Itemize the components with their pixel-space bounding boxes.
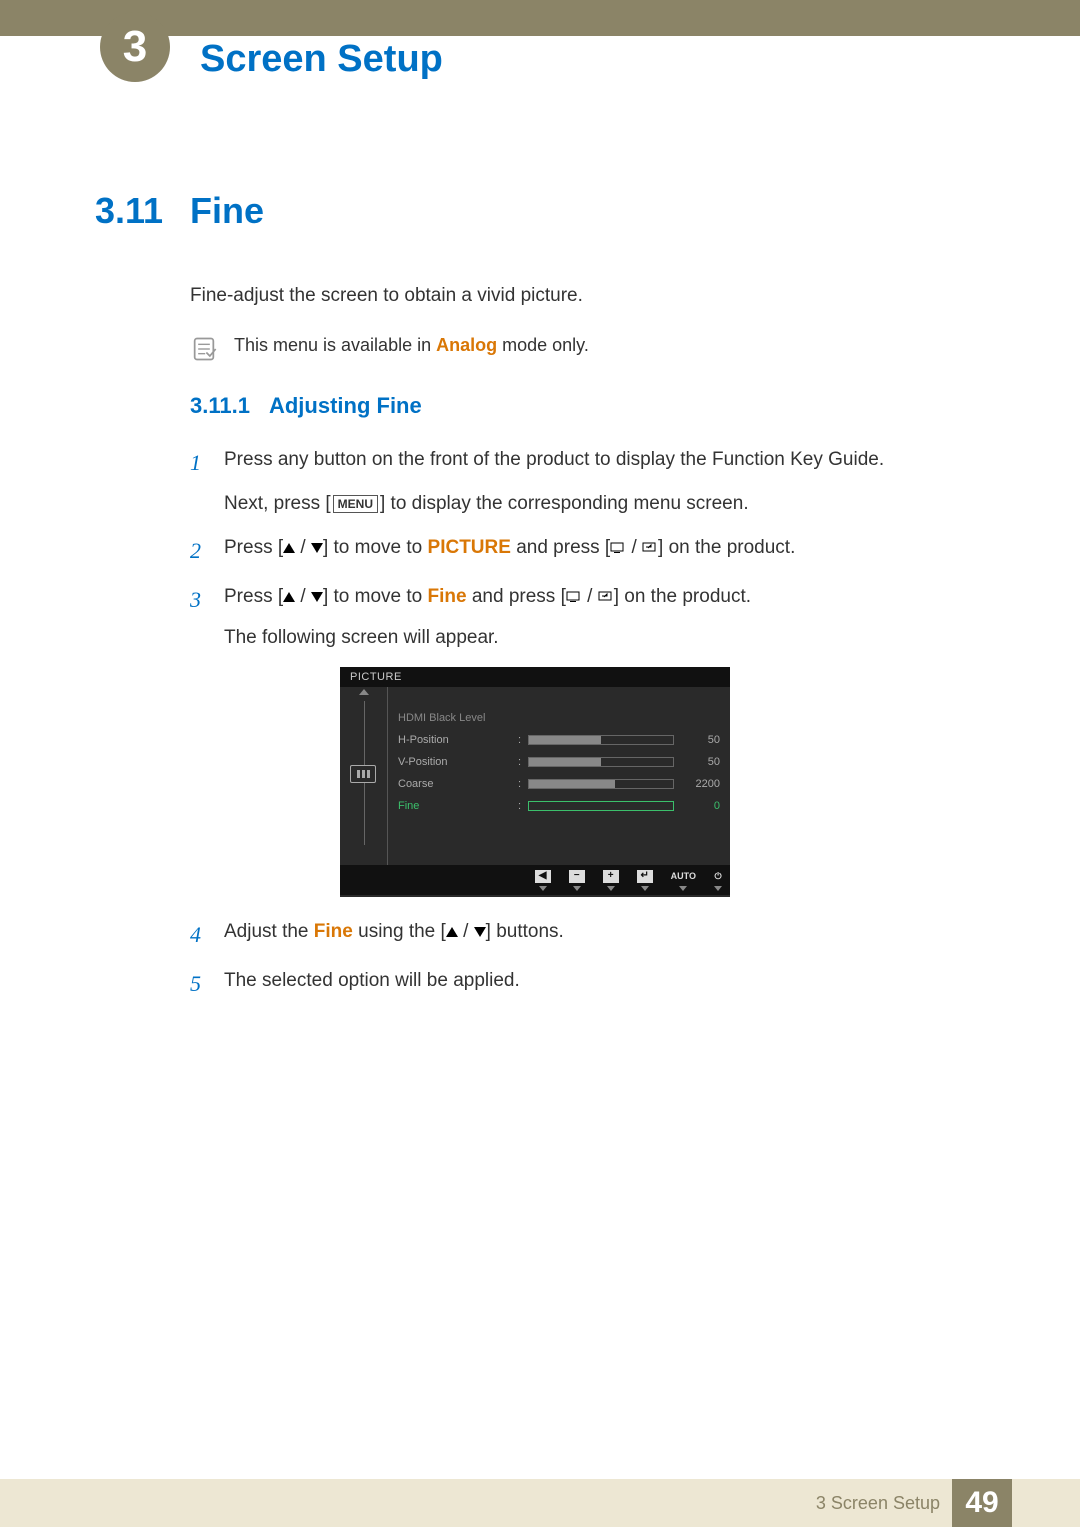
highlight: PICTURE bbox=[428, 537, 511, 558]
osd-minus-button: − bbox=[569, 870, 585, 891]
osd-title: PICTURE bbox=[340, 667, 730, 687]
text: using the [ bbox=[353, 921, 446, 942]
page-footer: 3 Screen Setup 49 bbox=[0, 1479, 1080, 1527]
step-number: 5 bbox=[190, 966, 224, 1001]
picture-category-icon bbox=[350, 765, 376, 783]
note-text: This menu is available in Analog mode on… bbox=[234, 335, 589, 356]
step-number: 4 bbox=[190, 917, 224, 952]
page-content: 3.11 Fine Fine-adjust the screen to obta… bbox=[95, 190, 975, 1016]
text: ] to move to bbox=[323, 537, 428, 558]
section-title: Fine bbox=[190, 190, 264, 232]
text: ] to display the corresponding menu scre… bbox=[380, 493, 749, 514]
osd-row: H-Position: 50 bbox=[398, 729, 720, 751]
chapter-title: Screen Setup bbox=[200, 38, 443, 81]
step-body: Adjust the Fine using the [ / ] buttons. bbox=[224, 917, 975, 947]
osd-row-label: V-Position bbox=[398, 756, 518, 768]
section-heading: 3.11 Fine bbox=[95, 190, 975, 232]
step-2: 2 Press [ / ] to move to PICTURE and pre… bbox=[190, 533, 975, 568]
text: Press [ bbox=[224, 586, 283, 607]
text: ] to move to bbox=[323, 586, 428, 607]
footer-chapter-label: 3 Screen Setup bbox=[816, 1493, 940, 1514]
osd-value: 2200 bbox=[684, 778, 720, 790]
osd-row-label: HDMI Black Level bbox=[398, 712, 518, 724]
section-intro: Fine-adjust the screen to obtain a vivid… bbox=[190, 282, 975, 311]
osd-row: HDMI Black Level bbox=[398, 707, 720, 729]
step-5: 5 The selected option will be applied. bbox=[190, 966, 975, 1001]
triangle-down-icon bbox=[474, 927, 486, 937]
osd-value: 0 bbox=[684, 800, 720, 812]
step-4: 4 Adjust the Fine using the [ / ] button… bbox=[190, 917, 975, 952]
text: and press [ bbox=[511, 537, 610, 558]
subsection-heading: 3.11.1 Adjusting Fine bbox=[190, 393, 975, 419]
osd-row: Fine: 0 bbox=[398, 795, 720, 817]
osd-slider bbox=[528, 779, 674, 789]
step-body: Press any button on the front of the pro… bbox=[224, 445, 975, 520]
osd-rows: HDMI Black LevelH-Position:50V-Position:… bbox=[388, 687, 730, 865]
text: Adjust the bbox=[224, 921, 314, 942]
subsection-number: 3.11.1 bbox=[190, 393, 250, 418]
chapter-number-badge: 3 bbox=[100, 12, 170, 82]
text: ] on the product. bbox=[658, 537, 795, 558]
scroll-up-icon bbox=[359, 689, 369, 695]
text: Press [ bbox=[224, 537, 283, 558]
source-enter-icon: / bbox=[610, 537, 658, 558]
colon: : bbox=[518, 800, 528, 812]
step-3: 3 Press [ / ] to move to Fine and press … bbox=[190, 582, 975, 653]
note: This menu is available in Analog mode on… bbox=[190, 335, 975, 363]
osd-row-label: Fine bbox=[398, 800, 518, 812]
note-highlight: Analog bbox=[436, 335, 497, 355]
menu-button-icon: MENU bbox=[333, 495, 378, 513]
triangle-up-icon bbox=[283, 592, 295, 602]
osd-enter-button: ↵ bbox=[637, 870, 653, 891]
text: and press [ bbox=[467, 586, 566, 607]
osd-slider bbox=[528, 801, 674, 811]
source-enter-icon: / bbox=[566, 586, 614, 607]
note-icon bbox=[190, 335, 218, 363]
colon: : bbox=[518, 778, 528, 790]
triangle-up-icon bbox=[283, 543, 295, 553]
note-suffix: mode only. bbox=[497, 335, 589, 355]
osd-body: HDMI Black LevelH-Position:50V-Position:… bbox=[340, 687, 730, 865]
osd-value: 50 bbox=[684, 756, 720, 768]
osd-row: V-Position: 50 bbox=[398, 751, 720, 773]
osd-power-button: ⏻ bbox=[714, 870, 722, 891]
osd-footer: ◀ − + ↵ AUTO ⏻ bbox=[340, 865, 730, 895]
text: ] on the product. bbox=[614, 586, 751, 607]
step3-line2: The following screen will appear. bbox=[224, 623, 975, 653]
colon: : bbox=[518, 756, 528, 768]
step-1: 1 Press any button on the front of the p… bbox=[190, 445, 975, 520]
section-number: 3.11 bbox=[95, 190, 190, 232]
osd-plus-button: + bbox=[603, 870, 619, 891]
osd-row: Coarse: 2200 bbox=[398, 773, 720, 795]
step-number: 2 bbox=[190, 533, 224, 568]
step-number: 3 bbox=[190, 582, 224, 617]
step-body: Press [ / ] to move to Fine and press [ … bbox=[224, 582, 975, 653]
page-number: 49 bbox=[952, 1479, 1012, 1527]
osd-slider bbox=[528, 735, 674, 745]
triangle-up-icon bbox=[446, 927, 458, 937]
osd-row-label: Coarse bbox=[398, 778, 518, 790]
osd-auto-button: AUTO bbox=[671, 870, 696, 891]
triangle-down-icon bbox=[311, 592, 323, 602]
step1-line1: Press any button on the front of the pro… bbox=[224, 445, 975, 475]
triangle-down-icon bbox=[311, 543, 323, 553]
osd-menu-screenshot: PICTURE HDMI Black LevelH-Position:50V-P… bbox=[340, 667, 730, 897]
osd-back-button: ◀ bbox=[535, 870, 551, 891]
highlight: Fine bbox=[428, 586, 467, 607]
highlight: Fine bbox=[314, 921, 353, 942]
osd-row-label: H-Position bbox=[398, 734, 518, 746]
step1-line2: Next, press [MENU] to display the corres… bbox=[224, 489, 975, 519]
colon: : bbox=[518, 734, 528, 746]
subsection-title: Adjusting Fine bbox=[269, 393, 422, 418]
step-number: 1 bbox=[190, 445, 224, 480]
text: Next, press [ bbox=[224, 493, 331, 514]
osd-value: 50 bbox=[684, 734, 720, 746]
step-body: Press [ / ] to move to PICTURE and press… bbox=[224, 533, 975, 563]
note-prefix: This menu is available in bbox=[234, 335, 436, 355]
osd-sidebar bbox=[340, 687, 388, 865]
text: ] buttons. bbox=[486, 921, 564, 942]
step-body: The selected option will be applied. bbox=[224, 966, 975, 996]
osd-slider bbox=[528, 757, 674, 767]
